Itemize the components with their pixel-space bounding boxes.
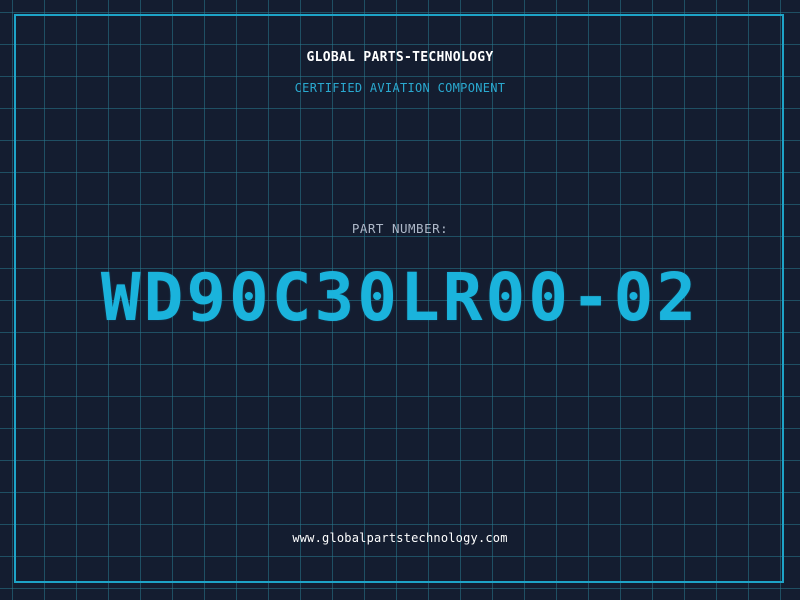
part-number-label: PART NUMBER:	[351, 221, 449, 236]
company-name: GLOBAL PARTS-TECHNOLOGY	[306, 50, 494, 65]
website-link[interactable]: www.globalpartstechnology.com	[0, 531, 800, 545]
certification-tagline: CERTIFIED AVIATION COMPONENT	[294, 81, 506, 95]
part-number-value: WD90C30LR00-02	[100, 259, 700, 336]
